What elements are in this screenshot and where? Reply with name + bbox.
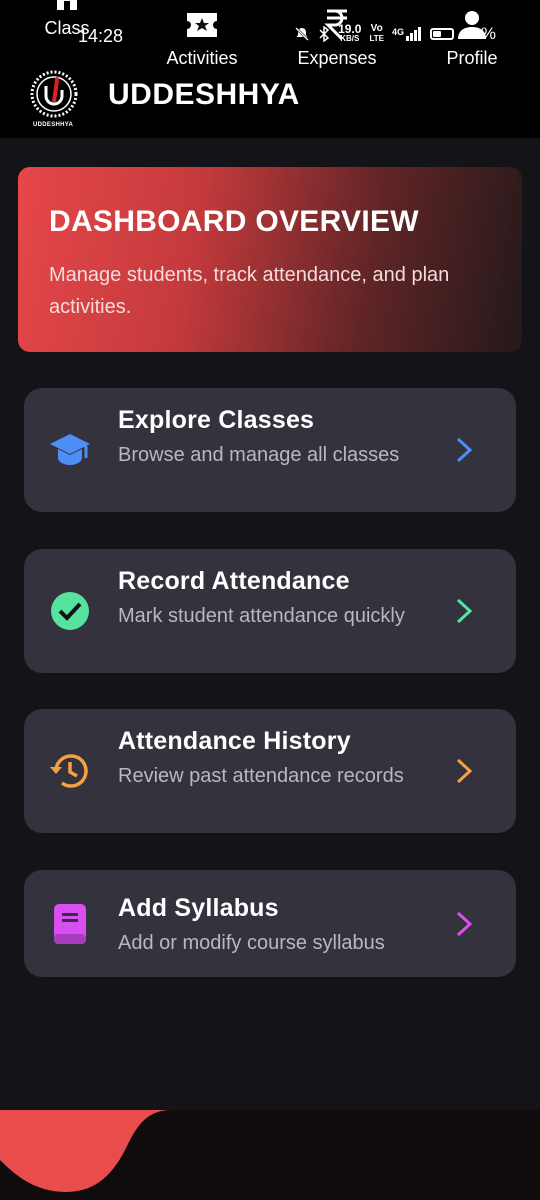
book-icon bbox=[54, 904, 86, 944]
nav-label: Class bbox=[44, 18, 90, 38]
card-title: Attendance History bbox=[118, 727, 351, 755]
card-subtitle: Browse and manage all classes bbox=[118, 444, 400, 466]
ticket-star-icon bbox=[187, 13, 217, 37]
card-title: Record Attendance bbox=[118, 567, 350, 595]
nav-label: Profile bbox=[446, 48, 498, 68]
nav-label: Expenses bbox=[297, 48, 377, 68]
card-title: Explore Classes bbox=[118, 406, 315, 434]
chevron-right-icon bbox=[456, 758, 473, 784]
record-attendance-card[interactable]: Record Attendance Mark student attendanc… bbox=[24, 549, 516, 673]
logo-caption: UDDESHHYA bbox=[33, 122, 74, 128]
banner-subtitle: Manage students, track attendance, and p… bbox=[49, 264, 450, 318]
dashboard-overview-banner: DASHBOARD OVERVIEW Manage students, trac… bbox=[18, 167, 522, 352]
chevron-right-icon bbox=[456, 437, 473, 463]
graduation-cap-icon bbox=[50, 434, 90, 465]
banner-title: DASHBOARD OVERVIEW bbox=[49, 205, 419, 238]
active-tab-indicator bbox=[0, 1110, 172, 1192]
add-syllabus-card[interactable]: Add Syllabus Add or modify course syllab… bbox=[24, 870, 516, 977]
home-icon bbox=[57, 0, 77, 10]
card-subtitle: Add or modify course syllabus bbox=[118, 932, 385, 954]
history-icon bbox=[50, 754, 88, 788]
nav-item-activities[interactable]: Activities bbox=[142, 0, 262, 90]
chevron-right-icon bbox=[456, 911, 473, 937]
card-title: Add Syllabus bbox=[118, 894, 279, 922]
chevron-right-icon bbox=[456, 598, 473, 624]
rupee-icon bbox=[324, 9, 347, 40]
nav-item-expenses[interactable]: Expenses bbox=[277, 0, 397, 90]
card-subtitle: Mark student attendance quickly bbox=[118, 605, 405, 627]
nav-item-class[interactable]: Class bbox=[7, 0, 127, 90]
nav-label: Activities bbox=[166, 48, 238, 68]
check-circle-icon bbox=[51, 592, 89, 630]
attendance-history-card[interactable]: Attendance History Review past attendanc… bbox=[24, 709, 516, 833]
nav-item-profile[interactable]: Profile bbox=[412, 0, 532, 90]
card-subtitle: Review past attendance records bbox=[118, 765, 404, 787]
person-icon bbox=[458, 11, 486, 39]
explore-classes-card[interactable]: Explore Classes Browse and manage all cl… bbox=[24, 388, 516, 512]
